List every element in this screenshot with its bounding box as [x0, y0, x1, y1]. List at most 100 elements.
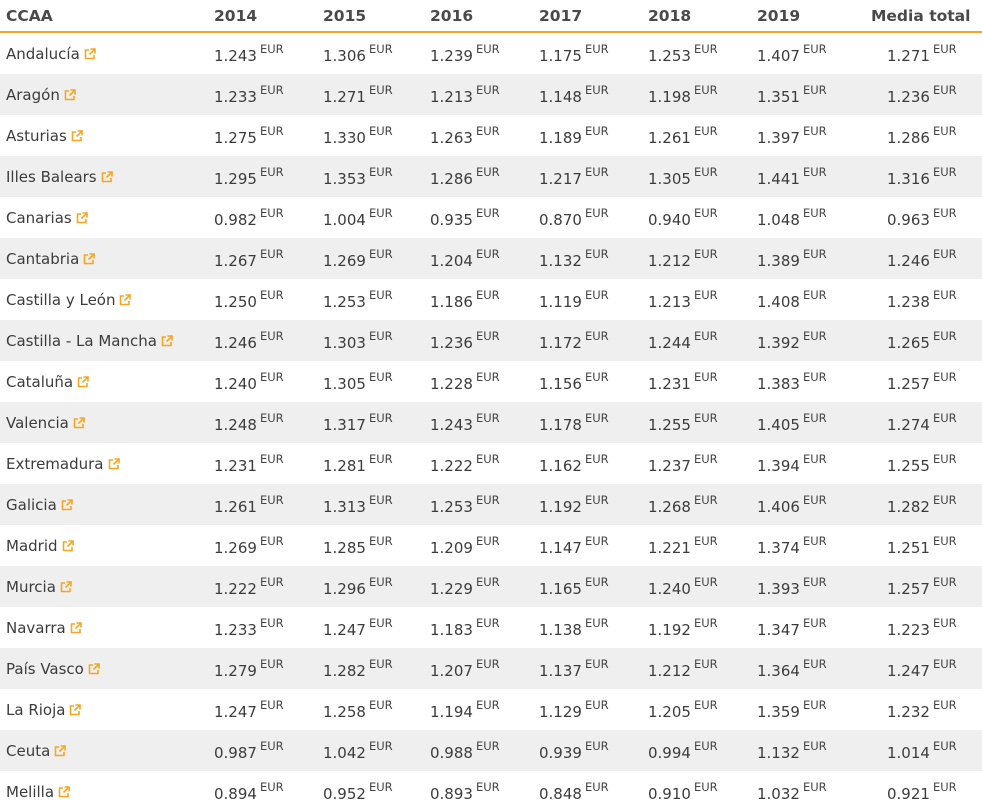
currency-unit: EUR: [259, 328, 284, 343]
external-link-icon[interactable]: [76, 211, 88, 224]
year-value-cell: 0.940 EUR: [648, 197, 757, 238]
year-value-cell: 1.306 EUR: [323, 32, 430, 74]
year-value-cell: 1.192 EUR: [539, 484, 648, 525]
external-link-icon[interactable]: [77, 375, 89, 388]
external-link-icon[interactable]: [83, 252, 96, 265]
region-link[interactable]: Cantabria: [6, 250, 96, 268]
region-link[interactable]: Cataluña: [6, 373, 89, 391]
currency-unit: EUR: [584, 410, 609, 425]
year-value-cell: 1.247 EUR: [323, 607, 430, 648]
region-link[interactable]: Valencia: [6, 414, 85, 432]
price-value: 1.194: [430, 702, 473, 721]
region-link[interactable]: Melilla: [6, 783, 70, 801]
year-value-cell: 1.042 EUR: [323, 730, 430, 771]
price-value: 1.268: [648, 497, 691, 516]
price-value: 0.939: [539, 743, 582, 762]
external-link-icon[interactable]: [71, 129, 83, 142]
price-value: 0.987: [214, 743, 257, 762]
external-link-icon[interactable]: [69, 703, 82, 716]
region-link[interactable]: Navarra: [6, 619, 82, 637]
price-value: 1.313: [323, 497, 366, 516]
region-label: Castilla y León: [6, 290, 116, 309]
price-value: 1.281: [323, 456, 366, 475]
price-value: 1.255: [648, 415, 691, 434]
table-row: Melilla 0.894 EUR 0.952 EUR 0.893 EUR 0.848 EUR 0…: [0, 771, 982, 812]
external-link-icon[interactable]: [58, 785, 70, 798]
price-value: 1.407: [757, 46, 800, 65]
year-value-cell: 1.243 EUR: [214, 32, 323, 74]
region-link[interactable]: Andalucía: [6, 45, 96, 63]
currency-unit: EUR: [802, 246, 827, 261]
currency-unit: EUR: [584, 533, 609, 548]
external-link-icon[interactable]: [60, 580, 72, 593]
price-value: 1.295: [214, 169, 257, 188]
region-cell: Andalucía: [0, 32, 214, 74]
external-link-icon[interactable]: [70, 621, 82, 634]
price-value: 1.204: [430, 251, 473, 270]
currency-unit: EUR: [368, 615, 393, 630]
year-value-cell: 1.275 EUR: [214, 115, 323, 156]
region-link[interactable]: Illes Balears: [6, 168, 113, 186]
region-link[interactable]: Castilla - La Mancha: [6, 332, 173, 350]
external-link-icon[interactable]: [101, 170, 113, 183]
media-total-cell: 1.255 EUR: [865, 443, 982, 484]
media-total-cell: 0.921 EUR: [865, 771, 982, 812]
header-2019: 2019: [757, 0, 865, 33]
region-link[interactable]: La Rioja: [6, 701, 82, 719]
currency-unit: EUR: [584, 328, 609, 343]
external-link-icon[interactable]: [54, 744, 67, 757]
price-value: 1.048: [757, 210, 800, 229]
price-value: 1.271: [323, 87, 366, 106]
region-link[interactable]: País Vasco: [6, 660, 100, 678]
currency-unit: EUR: [693, 697, 718, 712]
year-value-cell: 1.248 EUR: [214, 402, 323, 443]
region-link[interactable]: Castilla y León: [6, 290, 132, 309]
external-link-icon[interactable]: [84, 47, 96, 60]
currency-unit: EUR: [368, 82, 393, 97]
external-link-icon[interactable]: [108, 457, 120, 470]
year-value-cell: 1.172 EUR: [539, 320, 648, 361]
year-value-cell: 0.982 EUR: [214, 197, 323, 238]
price-value: 1.132: [757, 743, 800, 762]
currency-unit: EUR: [368, 738, 393, 753]
region-link[interactable]: Ceuta: [6, 742, 67, 760]
currency-unit: EUR: [259, 123, 284, 138]
external-link-icon[interactable]: [73, 416, 85, 429]
region-link[interactable]: Canarias: [6, 209, 88, 227]
external-link-icon[interactable]: [61, 498, 73, 511]
currency-unit: EUR: [259, 369, 284, 384]
currency-unit: EUR: [693, 533, 718, 548]
fuel-price-table: CCAA 2014 2015 2016 2017 2018 2019 Media…: [0, 0, 982, 812]
external-link-icon[interactable]: [161, 334, 173, 347]
table-row: Cataluña 1.240 EUR 1.305 EUR 1.228 EUR 1.156 EUR…: [0, 361, 982, 402]
currency-unit: EUR: [259, 574, 284, 589]
currency-unit: EUR: [584, 574, 609, 589]
external-link-icon[interactable]: [88, 662, 100, 675]
currency-unit: EUR: [693, 738, 718, 753]
header-2016: 2016: [430, 0, 539, 33]
external-link-icon[interactable]: [119, 293, 132, 306]
media-total-cell: 1.251 EUR: [865, 525, 982, 566]
price-value: 1.282: [887, 497, 930, 516]
external-link-icon[interactable]: [62, 539, 74, 552]
year-value-cell: 1.233 EUR: [214, 74, 323, 115]
price-value: 1.222: [214, 579, 257, 598]
region-link[interactable]: Murcia: [6, 578, 72, 596]
region-cell: Valencia: [0, 402, 214, 443]
region-link[interactable]: Extremadura: [6, 455, 120, 473]
year-value-cell: 1.383 EUR: [757, 361, 865, 402]
region-link[interactable]: Aragón: [6, 86, 76, 104]
year-value-cell: 1.186 EUR: [430, 279, 539, 320]
currency-unit: EUR: [368, 656, 393, 671]
price-value: 1.359: [757, 702, 800, 721]
currency-unit: EUR: [475, 738, 500, 753]
region-link[interactable]: Madrid: [6, 537, 74, 555]
external-link-icon[interactable]: [64, 88, 76, 101]
year-value-cell: 1.261 EUR: [648, 115, 757, 156]
year-value-cell: 1.129 EUR: [539, 689, 648, 730]
currency-unit: EUR: [259, 738, 284, 753]
region-link[interactable]: Asturias: [6, 127, 83, 145]
region-link[interactable]: Galicia: [6, 496, 73, 514]
region-cell: Asturias: [0, 115, 214, 156]
media-total-cell: 1.238 EUR: [865, 279, 982, 320]
